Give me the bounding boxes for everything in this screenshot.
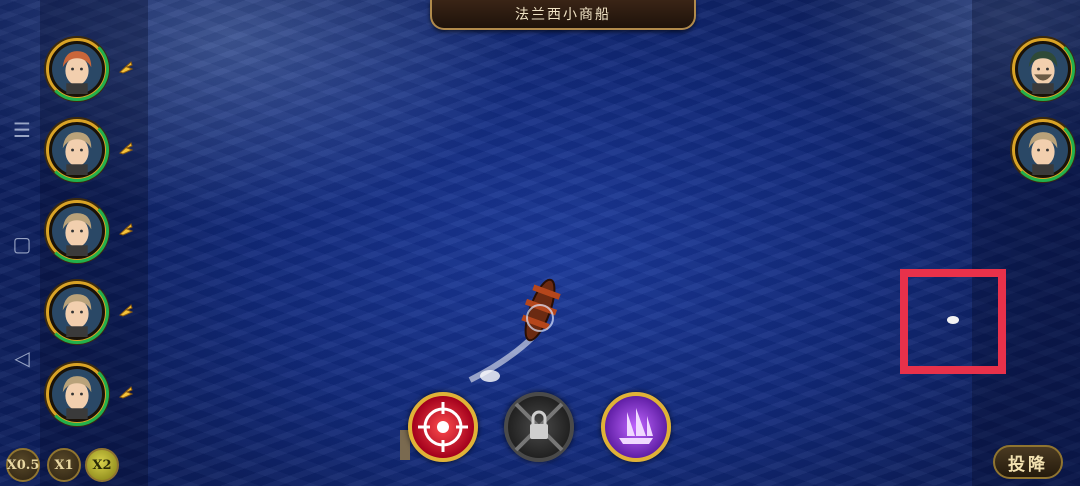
speed-x1-button[interactable]: X1 bbox=[47, 448, 81, 482]
chain-lock-skill[interactable] bbox=[504, 392, 574, 462]
lock-icon bbox=[514, 402, 564, 452]
ship-icon bbox=[619, 408, 653, 444]
speed-x2-button[interactable]: X2 bbox=[85, 448, 119, 482]
speed-x0.5-button[interactable]: X0.5 bbox=[6, 448, 40, 482]
surrender-button[interactable]: 投降 bbox=[993, 445, 1063, 479]
cannon-splash bbox=[480, 370, 500, 382]
crosshair-icon bbox=[418, 402, 468, 452]
target-crosshair-skill[interactable] bbox=[408, 392, 478, 462]
ship-wake bbox=[468, 332, 538, 383]
target-highlight-box bbox=[900, 269, 1006, 374]
player-ship bbox=[521, 278, 561, 342]
ship-summon-skill[interactable] bbox=[601, 392, 671, 462]
